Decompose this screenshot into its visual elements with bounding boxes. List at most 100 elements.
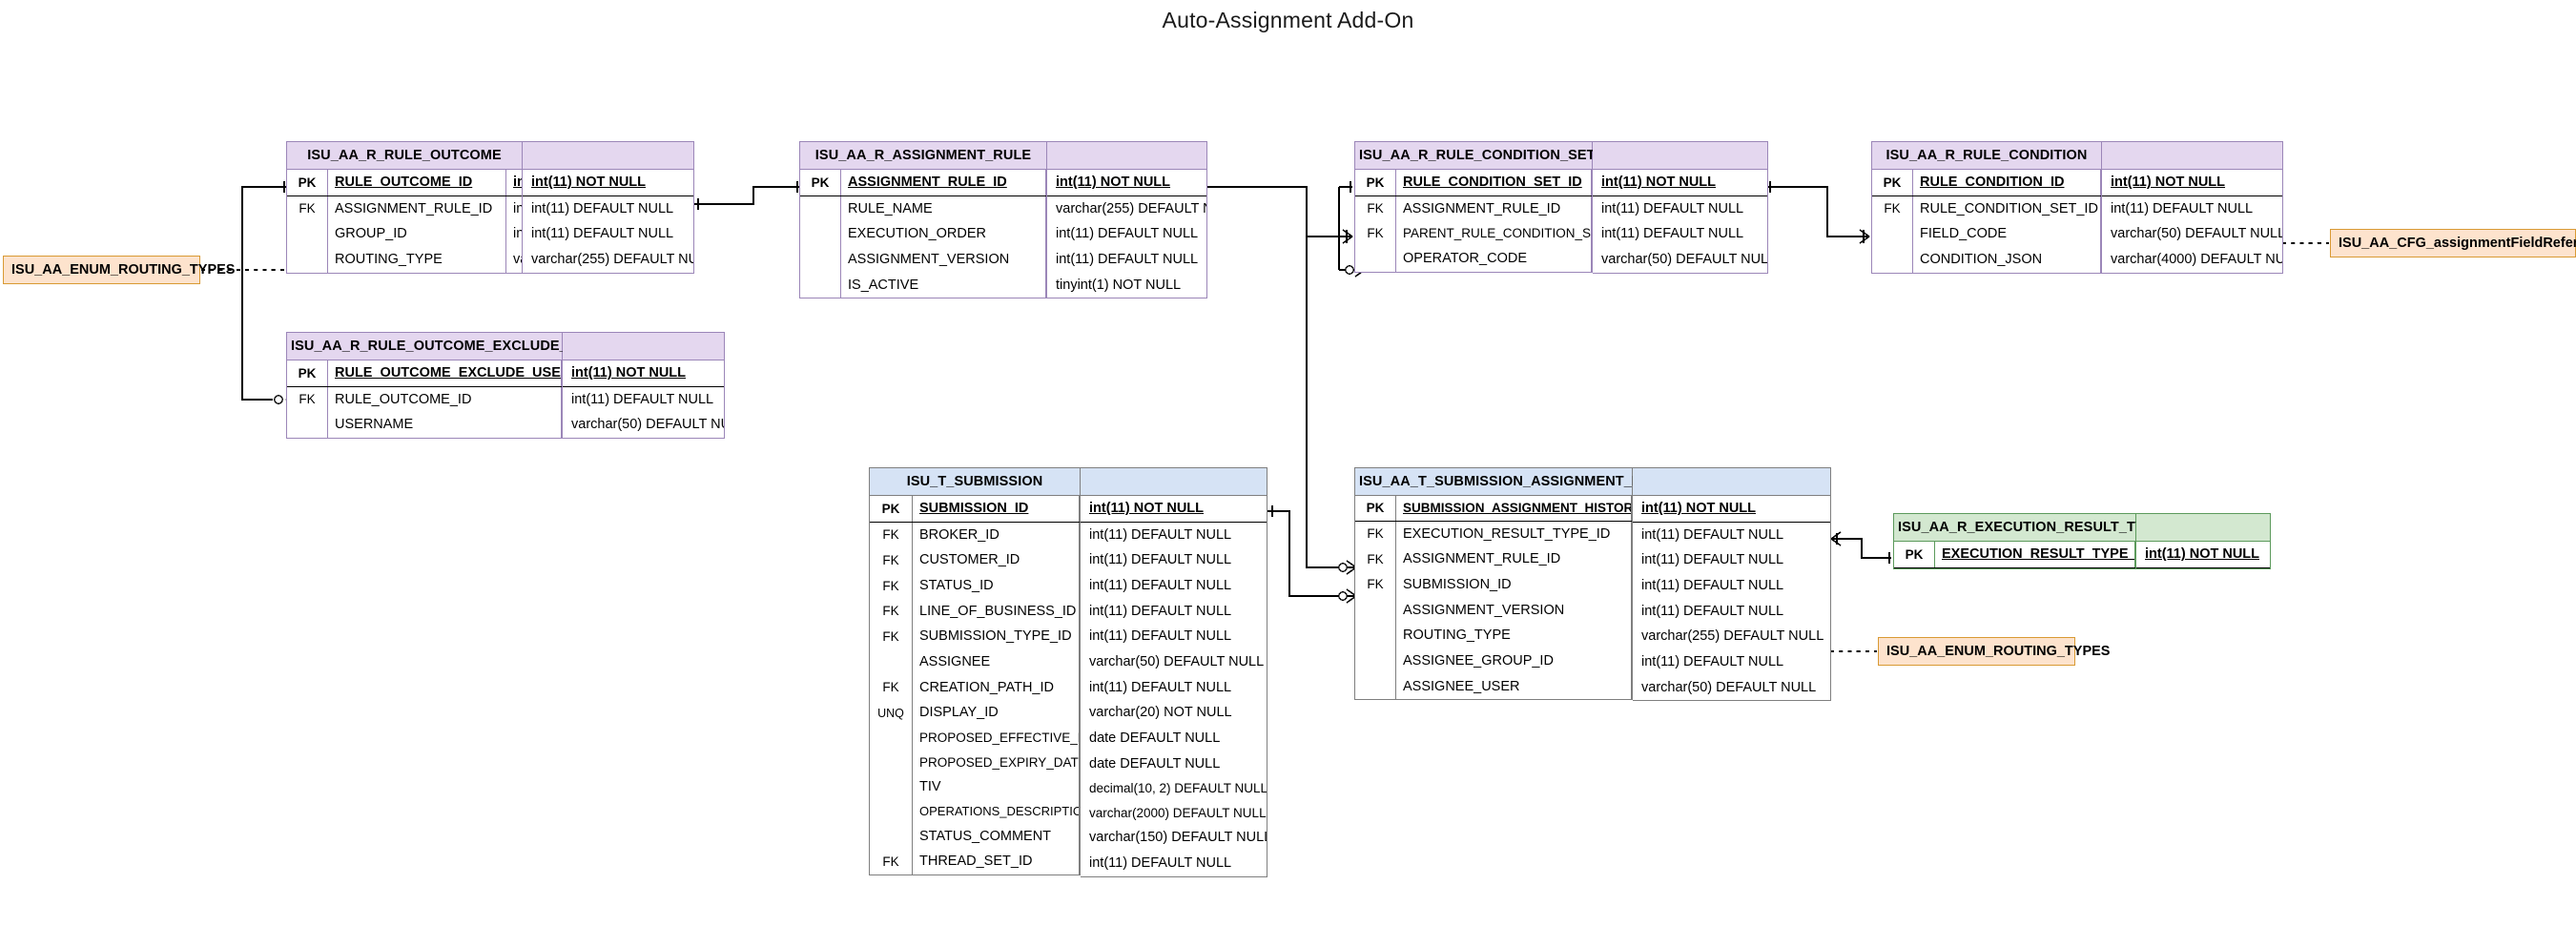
column-type: varchar(255) DEFAULT NULL bbox=[513, 252, 522, 268]
entity-columns: PK EXECUTION_RESULT_TYPE_ID bbox=[1894, 542, 2135, 568]
column-name: RULE_CONDITION_SET_ID bbox=[1920, 200, 2098, 216]
table-row: ASSIGNEE_GROUP_ID bbox=[1355, 648, 1632, 674]
page-title: Auto-Assignment Add-On bbox=[1162, 8, 1414, 32]
entity-rule-condition-set[interactable]: ISU_AA_R_RULE_CONDITION_SET PK RULE_COND… bbox=[1354, 141, 1596, 273]
entity-rule-outcome-exclude-user[interactable]: ISU_AA_R_RULE_OUTCOME_EXCLUDE_USER PK RU… bbox=[286, 332, 606, 440]
column-key: FK bbox=[882, 604, 899, 619]
entity-execution-result-type[interactable]: ISU_AA_R_EXECUTION_RESULT_TYPE PK EXECUT… bbox=[1893, 513, 2163, 569]
column-name: OPERATIONS_DESCRIPTION bbox=[919, 803, 1080, 818]
column-key: FK bbox=[1884, 201, 1901, 216]
entity-assignment-rule-types: . int(11) NOT NULL varchar(255) DEFAULT … bbox=[1047, 141, 1207, 299]
entity-columns: PK RULE_CONDITION_ID FK RULE_CONDITION_S… bbox=[1872, 170, 2101, 273]
column-key: FK bbox=[882, 578, 899, 593]
rel-assignment-rule-to-rule-outcome bbox=[694, 181, 799, 210]
table-row: OPERATIONS_DESCRIPTION bbox=[870, 799, 1080, 824]
column-name: ASSIGNMENT_RULE_ID bbox=[335, 200, 493, 216]
column-key: FK bbox=[1367, 526, 1384, 542]
table-row: ASSIGNEE bbox=[870, 649, 1080, 675]
column-name: ASSIGNMENT_RULE_ID bbox=[848, 175, 1007, 190]
entity-rule-outcome[interactable]: ISU_AA_R_RULE_OUTCOME PK RULE_OUTCOME_ID… bbox=[286, 141, 523, 274]
table-row: USERNAME bbox=[287, 412, 562, 439]
external-ref-enum-routing-types-right[interactable]: ISU_AA_ENUM_ROUTING_TYPES bbox=[1878, 637, 2110, 666]
entity-columns: PK ASSIGNMENT_RULE_ID RULE_NAME EXECUTIO… bbox=[800, 170, 1046, 298]
table-row: FK ASSIGNMENT_RULE_ID bbox=[1355, 195, 1592, 222]
table-row: PROPOSED_EFFECTIVE_DATE bbox=[870, 726, 1080, 751]
entity-submission-assignment-history-types: . int(11) NOT NULL int(11) DEFAULT NULL … bbox=[1633, 467, 1831, 702]
column-name: ASSIGNMENT_RULE_ID bbox=[1403, 200, 1561, 216]
column-name: EXECUTION_RESULT_TYPE_ID bbox=[1403, 525, 1611, 542]
rel-submission-to-history bbox=[1267, 505, 1357, 604]
rel-assignment-rule-to-history bbox=[1306, 237, 1357, 575]
column-name: ASSIGNEE_USER bbox=[1403, 678, 1520, 694]
table-row: FK CREATION_PATH_ID bbox=[870, 674, 1080, 701]
entity-rule-condition-types: . int(11) NOT NULL int(11) DEFAULT NULL … bbox=[2102, 141, 2283, 274]
table-row: FK ASSIGNMENT_RULE_ID bbox=[1355, 546, 1632, 572]
table-row: FK LINE_OF_BUSINESS_ID bbox=[870, 598, 1080, 625]
column-name: OPERATOR_CODE bbox=[1403, 250, 1527, 266]
table-row: PK RULE_CONDITION_ID bbox=[1872, 170, 2101, 196]
table-row: GROUP_ID int(11) DEFAULT NULL bbox=[287, 221, 522, 248]
column-name: ROUTING_TYPE bbox=[335, 252, 443, 268]
entity-assignment-rule[interactable]: ISU_AA_R_ASSIGNMENT_RULE PK ASSIGNMENT_R… bbox=[799, 141, 1047, 299]
column-name: DISPLAY_ID bbox=[919, 705, 999, 721]
column-name: PROPOSED_EFFECTIVE_DATE bbox=[919, 731, 1079, 746]
column-name: RULE_CONDITION_ID bbox=[1920, 175, 2065, 190]
column-name: IS_ACTIVE bbox=[848, 277, 919, 293]
column-type: int(11) DEFAULT NULL bbox=[513, 200, 522, 216]
column-name: FIELD_CODE bbox=[1920, 226, 2008, 242]
column-name: ASSIGNMENT_VERSION bbox=[848, 252, 1010, 268]
column-key: UNQ bbox=[877, 706, 904, 720]
column-name: SUBMISSION_TYPE_ID bbox=[919, 628, 1072, 645]
entity-rule-condition[interactable]: ISU_AA_R_RULE_CONDITION PK RULE_CONDITIO… bbox=[1871, 141, 2102, 274]
table-row: FK SUBMISSION_ID bbox=[1355, 571, 1632, 598]
entity-submission[interactable]: ISU_T_SUBMISSION PK SUBMISSION_ID FK BROKE… bbox=[869, 467, 1081, 876]
table-row: FK RULE_OUTCOME_ID bbox=[287, 386, 562, 413]
table-row: PK SUBMISSION_ASSIGNMENT_HISTORY_ID bbox=[1355, 496, 1632, 522]
column-type: int(11) NOT NULL bbox=[513, 175, 522, 190]
column-name: CONDITION_JSON bbox=[1920, 252, 2043, 268]
entity-title: ISU_AA_R_RULE_OUTCOME_EXCLUDE_USER bbox=[287, 333, 606, 360]
column-key: FK bbox=[1367, 226, 1384, 241]
table-row: FK RULE_CONDITION_SET_ID bbox=[1872, 195, 2101, 222]
entity-submission-types: . int(11) NOT NULL int(11) DEFAULT NULL … bbox=[1081, 467, 1267, 877]
table-row: STATUS_COMMENT bbox=[870, 823, 1080, 850]
entity-title: ISU_AA_R_RULE_CONDITION_SET bbox=[1355, 142, 1596, 170]
column-key: FK bbox=[1367, 577, 1384, 592]
column-name: USERNAME bbox=[335, 417, 414, 433]
table-row: PROPOSED_EXPIRY_DATE bbox=[870, 750, 1080, 775]
table-row: FK SUBMISSION_TYPE_ID bbox=[870, 624, 1080, 650]
column-key: FK bbox=[1367, 201, 1384, 216]
column-key: FK bbox=[299, 392, 316, 407]
table-row: FIELD_CODE bbox=[1872, 221, 2101, 248]
column-name: RULE_CONDITION_SET_ID bbox=[1403, 175, 1582, 190]
relationship-connectors bbox=[200, 181, 2330, 653]
external-ref-cfg-assignment-field-reference[interactable]: ISU_AA_CFG_assignmentFieldReference bbox=[2330, 229, 2576, 257]
column-name: THREAD_SET_ID bbox=[919, 854, 1033, 870]
table-row: FK ASSIGNMENT_RULE_ID int(11) DEFAULT NU… bbox=[287, 195, 522, 222]
table-row: CONDITION_JSON bbox=[1872, 247, 2101, 273]
table-row: UNQ DISPLAY_ID bbox=[870, 700, 1080, 727]
external-ref-enum-routing-types-left[interactable]: ISU_AA_ENUM_ROUTING_TYPES bbox=[3, 256, 235, 284]
table-row: FK BROKER_ID bbox=[870, 522, 1080, 548]
column-key: PK bbox=[1366, 501, 1385, 515]
column-name: ASSIGNEE bbox=[919, 654, 991, 670]
column-key: PK bbox=[1905, 546, 1924, 562]
column-name: STATUS_ID bbox=[919, 578, 994, 594]
column-type: int(11) DEFAULT NULL bbox=[513, 226, 522, 242]
entity-title: ISU_AA_R_RULE_OUTCOME bbox=[287, 142, 522, 170]
entity-columns: PK RULE_CONDITION_SET_ID FK ASSIGNMENT_R… bbox=[1355, 170, 1592, 272]
table-row: TIV bbox=[870, 774, 1080, 800]
column-name: CREATION_PATH_ID bbox=[919, 679, 1054, 695]
table-row: FK EXECUTION_RESULT_TYPE_ID bbox=[1355, 521, 1632, 547]
entity-submission-assignment-history[interactable]: ISU_AA_T_SUBMISSION_ASSIGNMENT_HISTORY P… bbox=[1354, 467, 1693, 701]
entity-rule-outcome-exclude-user-types: . int(11) NOT NULL int(11) DEFAULT NULL … bbox=[563, 332, 725, 440]
rel-assignment-rule-to-condition-set bbox=[1205, 181, 1366, 278]
table-row: PK RULE_OUTCOME_EXCLUDE_USER_ID bbox=[287, 360, 562, 387]
column-name: TIV bbox=[919, 779, 941, 795]
column-name: RULE_OUTCOME_EXCLUDE_USER_ID bbox=[335, 365, 561, 381]
entity-columns: PK RULE_OUTCOME_EXCLUDE_USER_ID FK RULE_… bbox=[287, 360, 562, 439]
rel-execution-result-type-to-history bbox=[1830, 531, 1891, 564]
column-name: PARENT_RULE_CONDITION_SET_ID bbox=[1403, 226, 1592, 241]
column-key: FK bbox=[882, 854, 899, 869]
table-row: FK CUSTOMER_ID bbox=[870, 547, 1080, 574]
